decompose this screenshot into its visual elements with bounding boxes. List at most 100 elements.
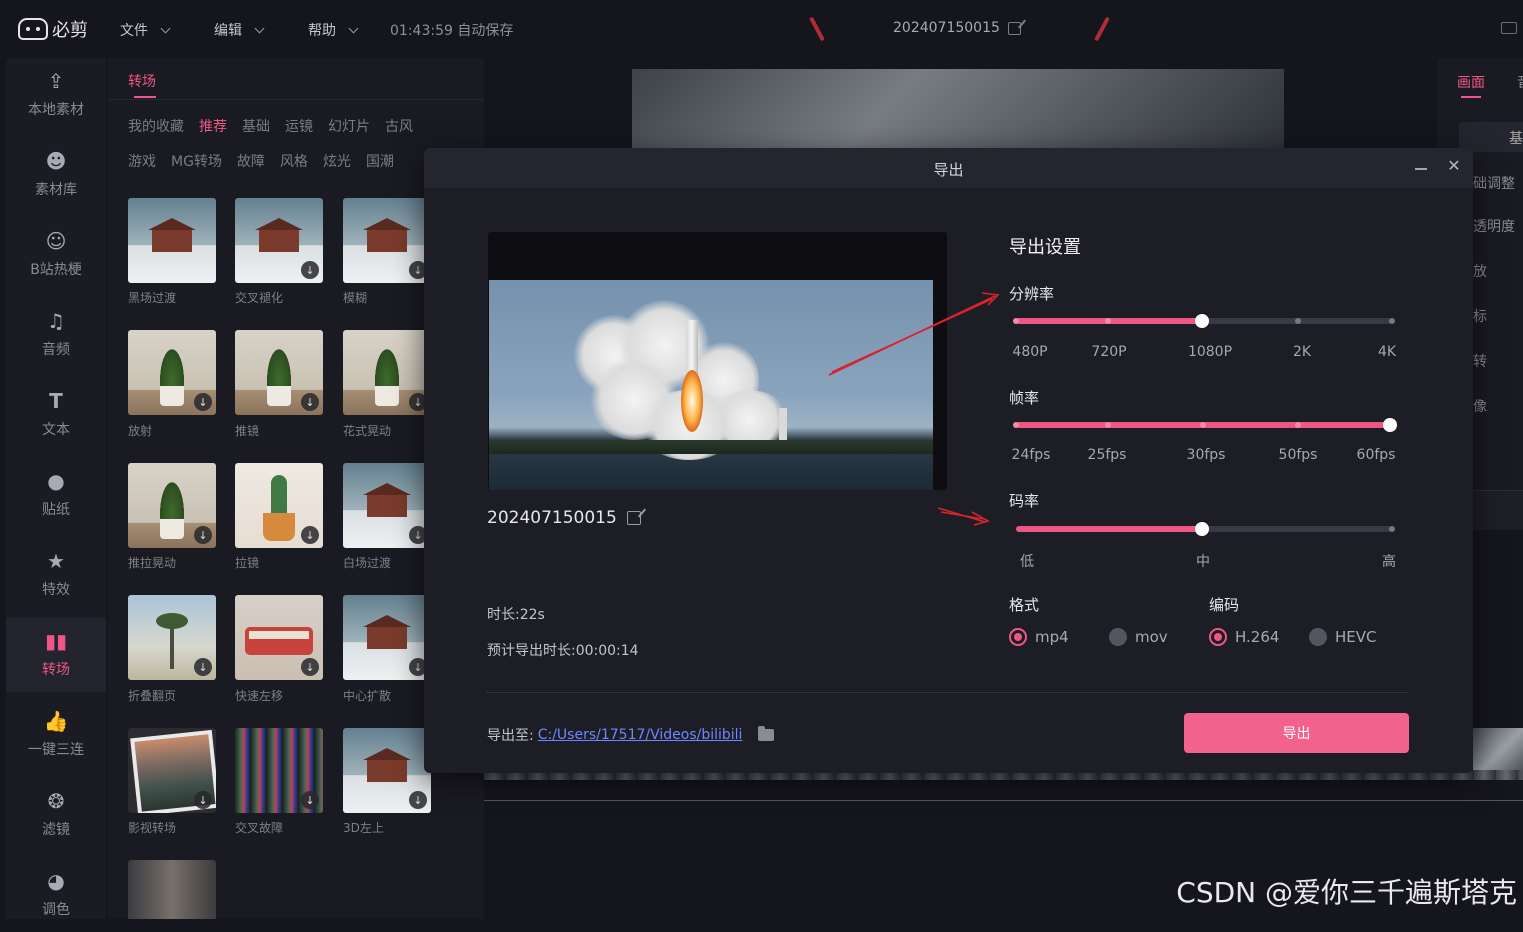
codec-hevc-radio[interactable]: HEVC	[1309, 628, 1377, 646]
resolution-slider[interactable]	[1016, 318, 1392, 324]
bitrate-option[interactable]: 高	[1382, 551, 1396, 571]
transition-thumb[interactable]: ↓	[343, 198, 431, 283]
nav-text[interactable]: T文本	[6, 378, 106, 452]
nav-transition[interactable]: ▮▮转场	[6, 618, 106, 692]
nav-bilibili-memes[interactable]: ☺B站热梗	[6, 218, 106, 292]
nav-filter[interactable]: ❂滤镜	[6, 778, 106, 852]
nav-audio[interactable]: ♫音频	[6, 298, 106, 372]
slider-handle[interactable]	[1383, 418, 1397, 432]
transition-thumb[interactable]: ↓	[235, 198, 323, 283]
slider-stop[interactable]	[1105, 422, 1111, 428]
slider-stop[interactable]	[1013, 422, 1019, 428]
framerate-option[interactable]: 50fps	[1279, 447, 1318, 463]
resolution-option[interactable]: 1080P	[1188, 344, 1232, 360]
export-path-link[interactable]: C:/Users/17517/Videos/bilibili	[538, 727, 743, 743]
download-icon[interactable]: ↓	[409, 791, 427, 809]
project-title[interactable]: 202407150015	[893, 20, 1021, 36]
tab-transition[interactable]: 转场	[128, 71, 156, 91]
format-mov-radio[interactable]: mov	[1109, 628, 1168, 646]
bitrate-option[interactable]: 中	[1196, 551, 1210, 571]
slider-stop[interactable]	[1105, 318, 1111, 324]
framerate-slider[interactable]	[1016, 422, 1392, 428]
framerate-option[interactable]: 24fps	[1012, 447, 1051, 463]
download-icon[interactable]: ↓	[301, 526, 319, 544]
category-item[interactable]: 炫光	[323, 151, 351, 171]
download-icon[interactable]: ↓	[301, 261, 319, 279]
download-icon[interactable]: ↓	[301, 393, 319, 411]
export-filename[interactable]: 202407150015	[487, 508, 641, 528]
transition-thumb[interactable]	[128, 198, 216, 283]
framerate-option[interactable]: 60fps	[1357, 447, 1396, 463]
transition-thumb[interactable]: ↓	[343, 728, 431, 813]
tab-audio[interactable]: 音	[1517, 72, 1523, 92]
edit-icon[interactable]	[1008, 22, 1021, 35]
slider-handle[interactable]	[1195, 522, 1209, 536]
resolution-option[interactable]: 4K	[1378, 344, 1396, 360]
palette-icon: ◕	[45, 871, 67, 891]
transition-thumb[interactable]: ↓	[343, 463, 431, 548]
keyboard-icon[interactable]	[1501, 22, 1517, 34]
export-button[interactable]: 导出	[1184, 713, 1409, 753]
category-item[interactable]: 幻灯片	[328, 116, 370, 136]
category-item[interactable]: 故障	[237, 151, 265, 171]
framerate-option[interactable]: 30fps	[1187, 447, 1226, 463]
format-mp4-radio[interactable]: mp4	[1009, 628, 1069, 646]
bitrate-option[interactable]: 低	[1020, 551, 1034, 571]
folder-icon[interactable]	[758, 729, 774, 741]
category-item[interactable]: 游戏	[128, 151, 156, 171]
category-item[interactable]: 国潮	[366, 151, 394, 171]
transition-thumb[interactable]: ↓	[235, 728, 323, 813]
bitrate-slider[interactable]	[1016, 526, 1392, 532]
transition-thumb[interactable]: ↓	[235, 330, 323, 415]
download-icon[interactable]: ↓	[194, 526, 212, 544]
menu-help[interactable]: 帮助	[308, 20, 357, 40]
slider-stop[interactable]	[1389, 526, 1395, 532]
nav-sticker[interactable]: ●贴纸	[6, 458, 106, 532]
resolution-option[interactable]: 2K	[1293, 344, 1311, 360]
slider-handle[interactable]	[1195, 314, 1209, 328]
framerate-option[interactable]: 25fps	[1088, 447, 1127, 463]
transition-thumb[interactable]: ↓	[343, 330, 431, 415]
nav-effects[interactable]: ★特效	[6, 538, 106, 612]
download-icon[interactable]: ↓	[301, 791, 319, 809]
category-item[interactable]: 古风	[385, 116, 413, 136]
slider-stop[interactable]	[1295, 422, 1301, 428]
menu-edit[interactable]: 编辑	[214, 20, 263, 40]
edit-icon[interactable]	[627, 511, 641, 525]
category-item[interactable]: 风格	[280, 151, 308, 171]
category-item[interactable]: MG转场	[171, 151, 222, 171]
slider-stop[interactable]	[1013, 318, 1019, 324]
category-item[interactable]: 基础	[242, 116, 270, 136]
nav-triple-like[interactable]: 👍一键三连	[6, 698, 106, 772]
annotation-mark	[1094, 17, 1110, 42]
slider-stop[interactable]	[1200, 422, 1206, 428]
transition-thumb[interactable]: ↓	[128, 728, 216, 813]
transition-thumb[interactable]: ↓	[128, 463, 216, 548]
category-row-1: 我的收藏 推荐 基础 运镜 幻灯片 古风	[128, 116, 413, 136]
category-item[interactable]: 我的收藏	[128, 116, 184, 136]
transition-thumb[interactable]	[128, 860, 216, 919]
download-icon[interactable]: ↓	[194, 658, 212, 676]
slider-stop[interactable]	[1295, 318, 1301, 324]
minimize-icon[interactable]	[1415, 168, 1427, 170]
nav-color-grading[interactable]: ◕调色	[6, 858, 106, 932]
resolution-option[interactable]: 720P	[1091, 344, 1126, 360]
slider-stop[interactable]	[1389, 318, 1395, 324]
transition-thumb[interactable]: ↓	[235, 463, 323, 548]
download-icon[interactable]: ↓	[194, 393, 212, 411]
transition-thumb[interactable]: ↓	[343, 595, 431, 680]
transition-thumb[interactable]: ↓	[128, 595, 216, 680]
close-icon[interactable]: ✕	[1447, 158, 1461, 174]
download-icon[interactable]: ↓	[194, 791, 212, 809]
menu-file[interactable]: 文件	[120, 20, 169, 40]
nav-local-assets[interactable]: ⇪本地素材	[6, 58, 106, 132]
category-item-active[interactable]: 推荐	[199, 116, 227, 136]
nav-asset-library[interactable]: ☻素材库	[6, 138, 106, 212]
codec-h264-radio[interactable]: H.264	[1209, 628, 1279, 646]
tab-picture[interactable]: 画面	[1457, 72, 1485, 92]
transition-thumb[interactable]: ↓	[235, 595, 323, 680]
transition-thumb[interactable]: ↓	[128, 330, 216, 415]
download-icon[interactable]: ↓	[301, 658, 319, 676]
category-item[interactable]: 运镜	[285, 116, 313, 136]
resolution-option[interactable]: 480P	[1012, 344, 1047, 360]
